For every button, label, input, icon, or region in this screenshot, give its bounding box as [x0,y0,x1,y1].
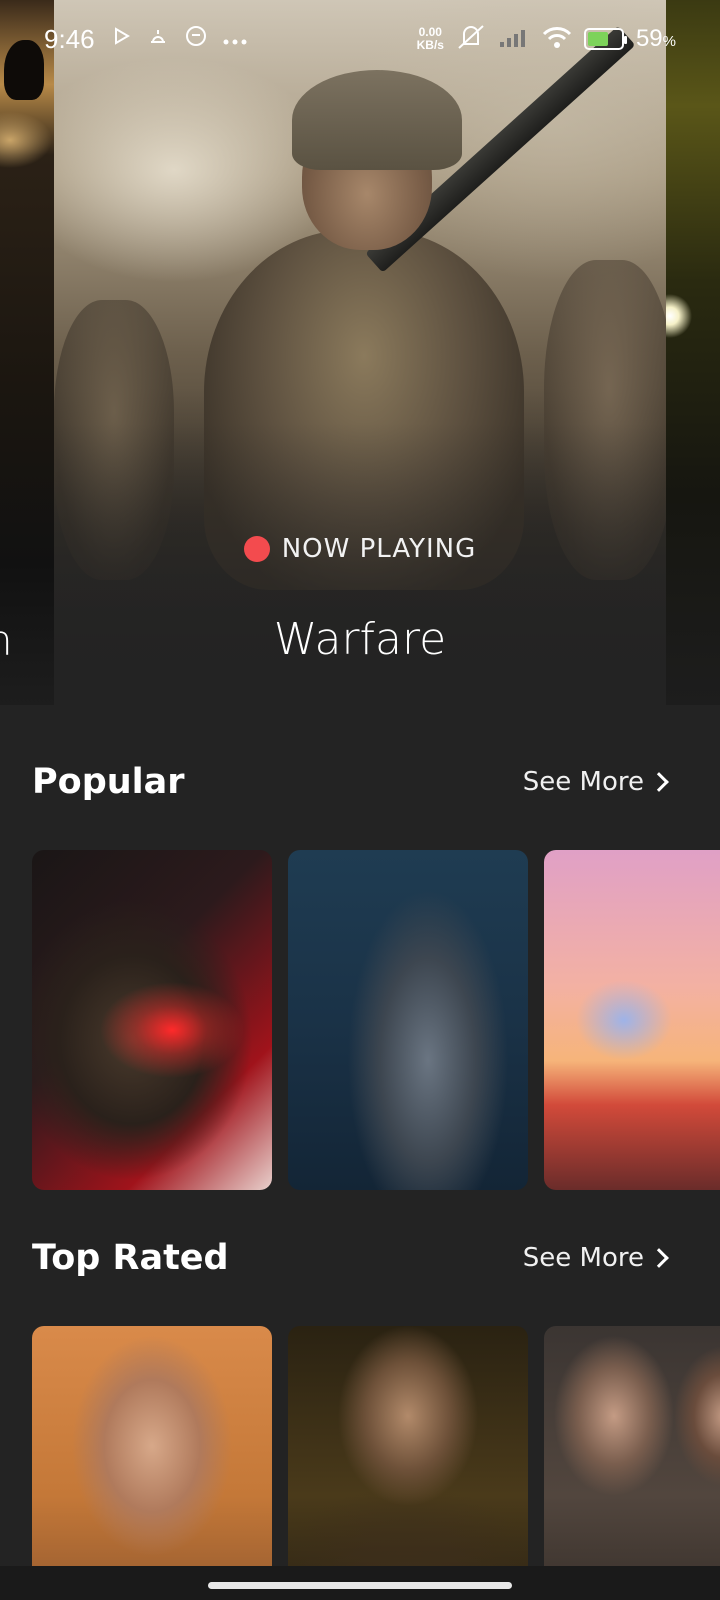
see-more-label: See More [522,767,644,797]
battery-unit: % [662,33,676,50]
app-notification-icon [185,25,207,53]
now-playing-badge: NOW PLAYING [0,532,720,566]
popular-section-title: Popular [32,762,185,802]
top-rated-section-title: Top Rated [32,1238,229,1278]
movie-poster-card[interactable] [544,850,720,1190]
movie-poster-card[interactable] [288,1326,528,1600]
movie-poster-card[interactable] [32,850,272,1190]
battery-level [587,32,608,46]
poster-gradient-overlay [54,0,666,705]
play-notification-icon [113,27,131,51]
movie-poster-card[interactable] [32,1326,272,1600]
popular-see-more-button[interactable]: See More [523,767,672,797]
top-rated-see-more-button[interactable]: See More [523,1243,672,1273]
see-more-label: See More [522,1243,644,1273]
network-speed: 0.00 KB/s [417,26,444,52]
status-time: 9:46 [44,23,95,54]
battery-value: 59 [635,25,663,52]
status-bar: 9:46 0.00 KB/s 59% [0,0,720,78]
top-rated-section-header: Top Rated See More [32,1233,672,1283]
now-playing-carousel[interactable]: n NOW PLAYING Warfare [0,0,720,712]
network-speed-unit: KB/s [416,38,444,52]
chevron-right-icon [649,772,669,792]
now-playing-label: NOW PLAYING [281,534,477,564]
featured-movie-poster[interactable] [54,0,666,705]
popular-section-header: Popular See More [32,757,672,807]
movie-poster-card[interactable] [544,1326,720,1600]
mute-icon [456,24,486,55]
status-right-group: 0.00 KB/s 59% [417,24,676,55]
wifi-icon [542,25,572,54]
carousel-prev-card[interactable]: n [0,0,54,705]
chevron-right-icon [649,1248,669,1268]
movie-poster-card[interactable] [288,850,528,1190]
popular-movie-list[interactable] [32,850,720,1190]
more-notifications-icon [223,28,247,51]
carousel-next-card[interactable] [666,0,720,705]
featured-movie-title[interactable]: Warfare [0,614,720,665]
home-gesture-handle[interactable] [208,1582,512,1589]
top-rated-movie-list[interactable] [32,1326,720,1600]
battery-percentage: 59% [636,25,676,53]
live-dot-icon [243,536,270,562]
alarm-notification-icon [147,26,169,52]
battery-icon [583,28,627,50]
home-screen: n NOW PLAYING Warfare 9:46 [0,0,720,1600]
cellular-signal-icon [498,26,530,53]
